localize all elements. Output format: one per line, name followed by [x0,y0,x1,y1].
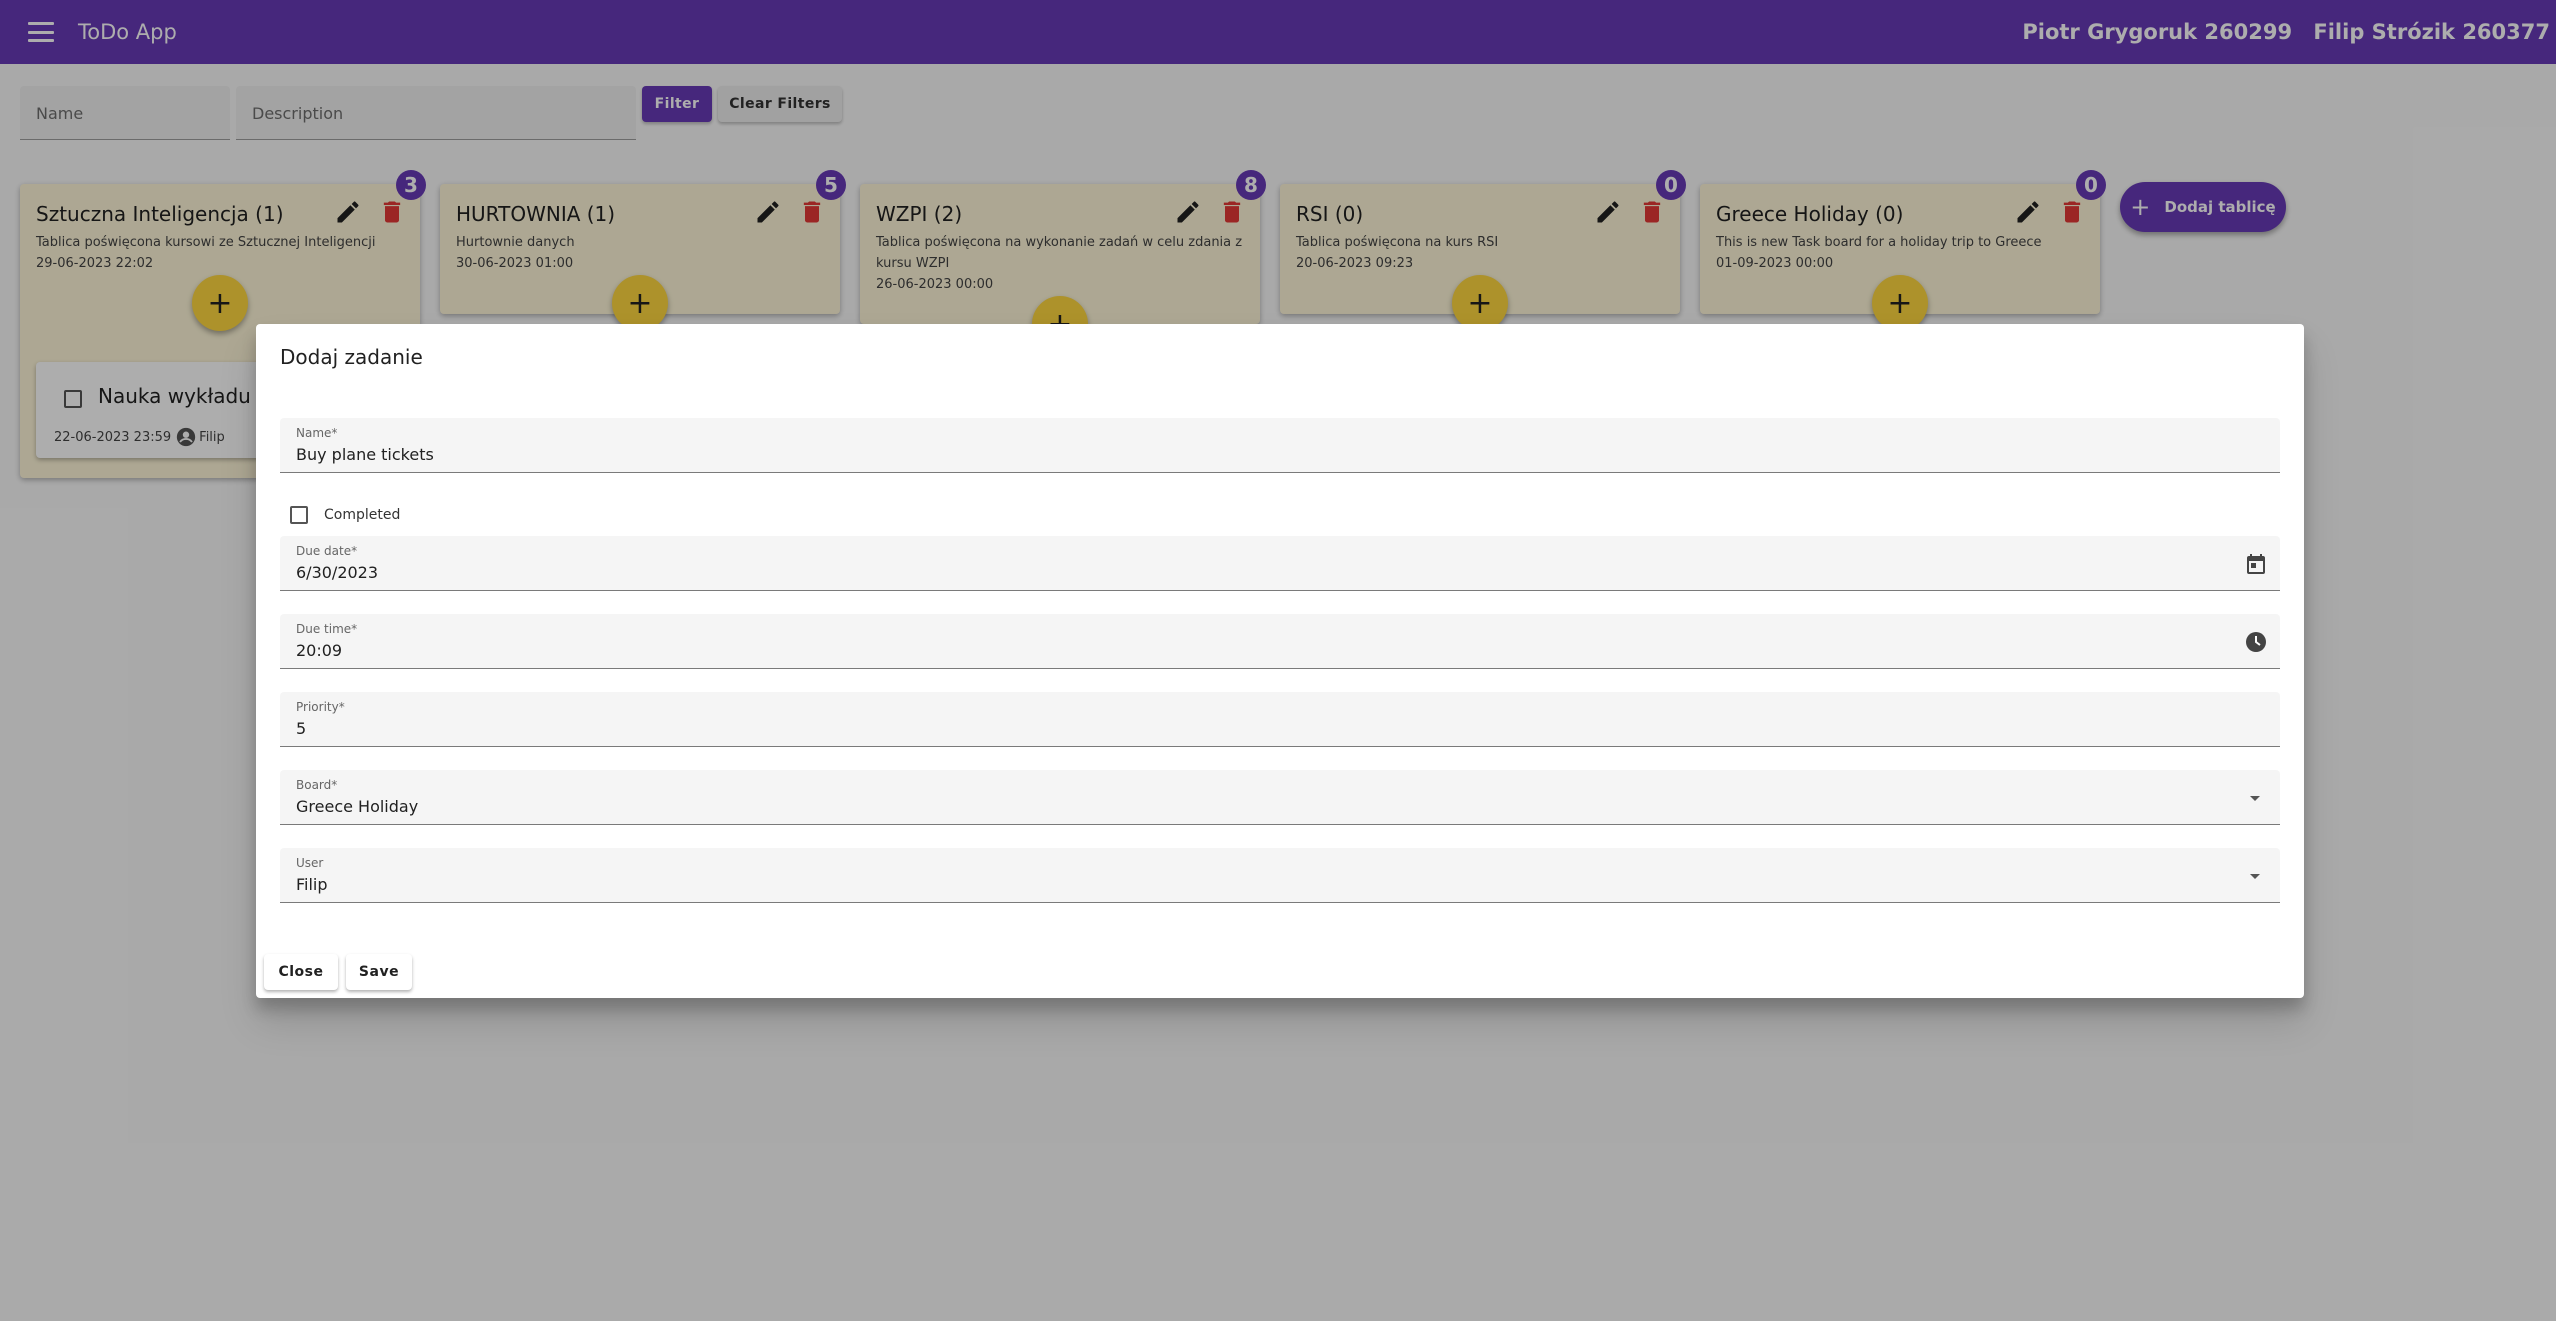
dropdown-arrow-icon [2250,796,2260,801]
save-button[interactable]: Save [346,954,412,990]
due-date-value: 6/30/2023 [296,563,379,582]
add-task-dialog: Dodaj zadanie Name* Buy plane tickets Co… [256,324,2304,998]
user-select-value: Filip [296,875,328,894]
due-time-value: 20:09 [296,641,343,660]
user-select-label: User [296,856,324,870]
task-name-field[interactable]: Name* Buy plane tickets [280,418,2280,473]
task-name-label: Name* [296,426,338,440]
priority-label: Priority* [296,700,345,714]
task-name-value: Buy plane tickets [296,445,434,464]
calendar-icon[interactable] [2244,552,2268,576]
completed-label: Completed [324,507,401,523]
user-select[interactable]: User Filip [280,848,2280,903]
due-date-field[interactable]: Due date* 6/30/2023 [280,536,2280,591]
board-select-value: Greece Holiday [296,797,419,816]
dropdown-arrow-icon [2250,874,2260,879]
board-select-label: Board* [296,778,338,792]
due-date-label: Due date* [296,544,358,558]
completed-row[interactable]: Completed [290,506,400,524]
board-select[interactable]: Board* Greece Holiday [280,770,2280,825]
priority-value: 5 [296,719,307,738]
due-time-field[interactable]: Due time* 20:09 [280,614,2280,669]
dialog-title: Dodaj zadanie [280,345,423,369]
clock-icon[interactable] [2244,630,2268,654]
completed-checkbox[interactable] [290,506,308,524]
due-time-label: Due time* [296,622,358,636]
priority-field[interactable]: Priority* 5 [280,692,2280,747]
close-button[interactable]: Close [264,954,338,990]
